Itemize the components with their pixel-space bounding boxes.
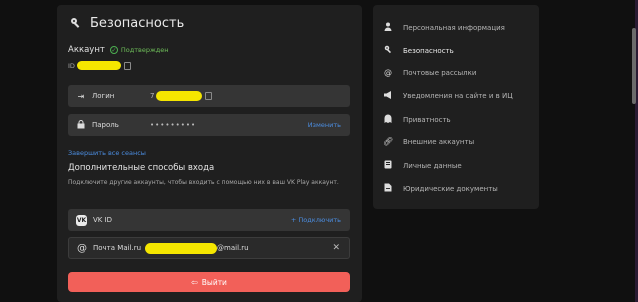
sidebar-item-security[interactable]: Безопасность [383, 45, 454, 56]
id-card-icon [383, 160, 393, 171]
sidebar-item-personal-info[interactable]: Персональная информация [383, 22, 505, 33]
check-circle-icon: ✓ [109, 46, 118, 54]
copy-icon[interactable] [123, 61, 131, 70]
verified-status: Подтвержден [120, 46, 169, 54]
sidebar-item-label: Личные данные [403, 161, 462, 170]
password-field: Пароль ••••••••• Изменить [68, 114, 350, 136]
sidebar-item-label: Юридические документы [403, 184, 498, 193]
person-icon [383, 22, 393, 33]
link-icon: 🔗︎ [383, 137, 394, 146]
vkid-card: VK VK ID + Подключить [68, 209, 350, 231]
key-icon [383, 45, 393, 56]
security-panel: Безопасность Аккаунт ✓ Подтвержден ID ⇥ … [57, 5, 362, 302]
sidebar-item-label: Персональная информация [403, 23, 505, 32]
megaphone-icon [383, 91, 393, 101]
lock-icon [76, 119, 86, 131]
extra-login-title: Дополнительные способы входа [68, 163, 215, 173]
scrollbar[interactable] [632, 28, 636, 104]
sidebar-item-external-accounts[interactable]: 🔗︎ Внешние аккаунты [383, 137, 474, 146]
close-icon[interactable]: ✕ [332, 243, 340, 253]
redacted-id [76, 61, 121, 70]
logout-icon: ⇦ [191, 277, 198, 287]
logout-button[interactable]: ⇦ Выйти [68, 272, 350, 292]
mail-label: Почта Mail.ru [93, 244, 142, 252]
vk-logo-icon: VK [76, 214, 87, 226]
sidebar-item-personal-data[interactable]: Личные данные [383, 160, 462, 171]
sidebar-item-privacy[interactable]: Приватность [383, 114, 451, 125]
document-icon [383, 183, 393, 194]
sidebar-item-mailings[interactable]: @ Почтовые рассылки [383, 68, 476, 77]
sidebar-item-legal-docs[interactable]: Юридические документы [383, 183, 498, 194]
page-title: Безопасность [90, 15, 185, 31]
sidebar-item-label: Внешние аккаунты [403, 137, 475, 146]
logout-label: Выйти [201, 277, 227, 287]
panel-header: Безопасность [68, 15, 184, 31]
copy-icon[interactable] [205, 92, 213, 100]
login-arrow-icon: ⇥ [77, 91, 85, 101]
at-icon: @ [77, 242, 87, 254]
account-status-row: Аккаунт ✓ Подтвержден [68, 45, 169, 55]
mail-suffix: @mail.ru [217, 244, 249, 252]
extra-login-description: Подключите другие аккаунты, чтобы входит… [68, 179, 339, 186]
password-label: Пароль [92, 121, 119, 129]
account-label: Аккаунт [68, 45, 105, 55]
ghost-icon [383, 114, 393, 125]
settings-sidebar: Персональная информация Безопасность @ П… [373, 5, 539, 209]
sidebar-item-label: Безопасность [403, 46, 454, 55]
mailru-card: @ Почта Mail.ru @mail.ru ✕ [68, 237, 350, 259]
sidebar-item-label: Почтовые рассылки [403, 68, 477, 77]
connect-vkid-button[interactable]: + Подключить [291, 216, 341, 224]
login-label: Логин [92, 92, 115, 100]
vkid-label: VK ID [93, 216, 113, 224]
id-label: ID [68, 61, 75, 70]
redacted-email [145, 242, 218, 254]
sidebar-item-label: Приватность [403, 115, 451, 124]
end-all-sessions-link[interactable]: Завершить все сеансы [68, 149, 146, 157]
sidebar-item-notifications[interactable]: Уведомления на сайте и в ИЦ [383, 91, 513, 101]
key-icon [68, 15, 84, 31]
account-id-row: ID [68, 61, 131, 70]
password-value: ••••••••• [150, 121, 197, 129]
change-password-button[interactable]: Изменить [308, 121, 341, 129]
redacted-login [156, 91, 203, 101]
login-value: 7 [150, 92, 156, 100]
sidebar-item-label: Уведомления на сайте и в ИЦ [403, 92, 513, 100]
login-field: ⇥ Логин 7 [68, 85, 350, 107]
at-icon: @ [384, 68, 392, 77]
